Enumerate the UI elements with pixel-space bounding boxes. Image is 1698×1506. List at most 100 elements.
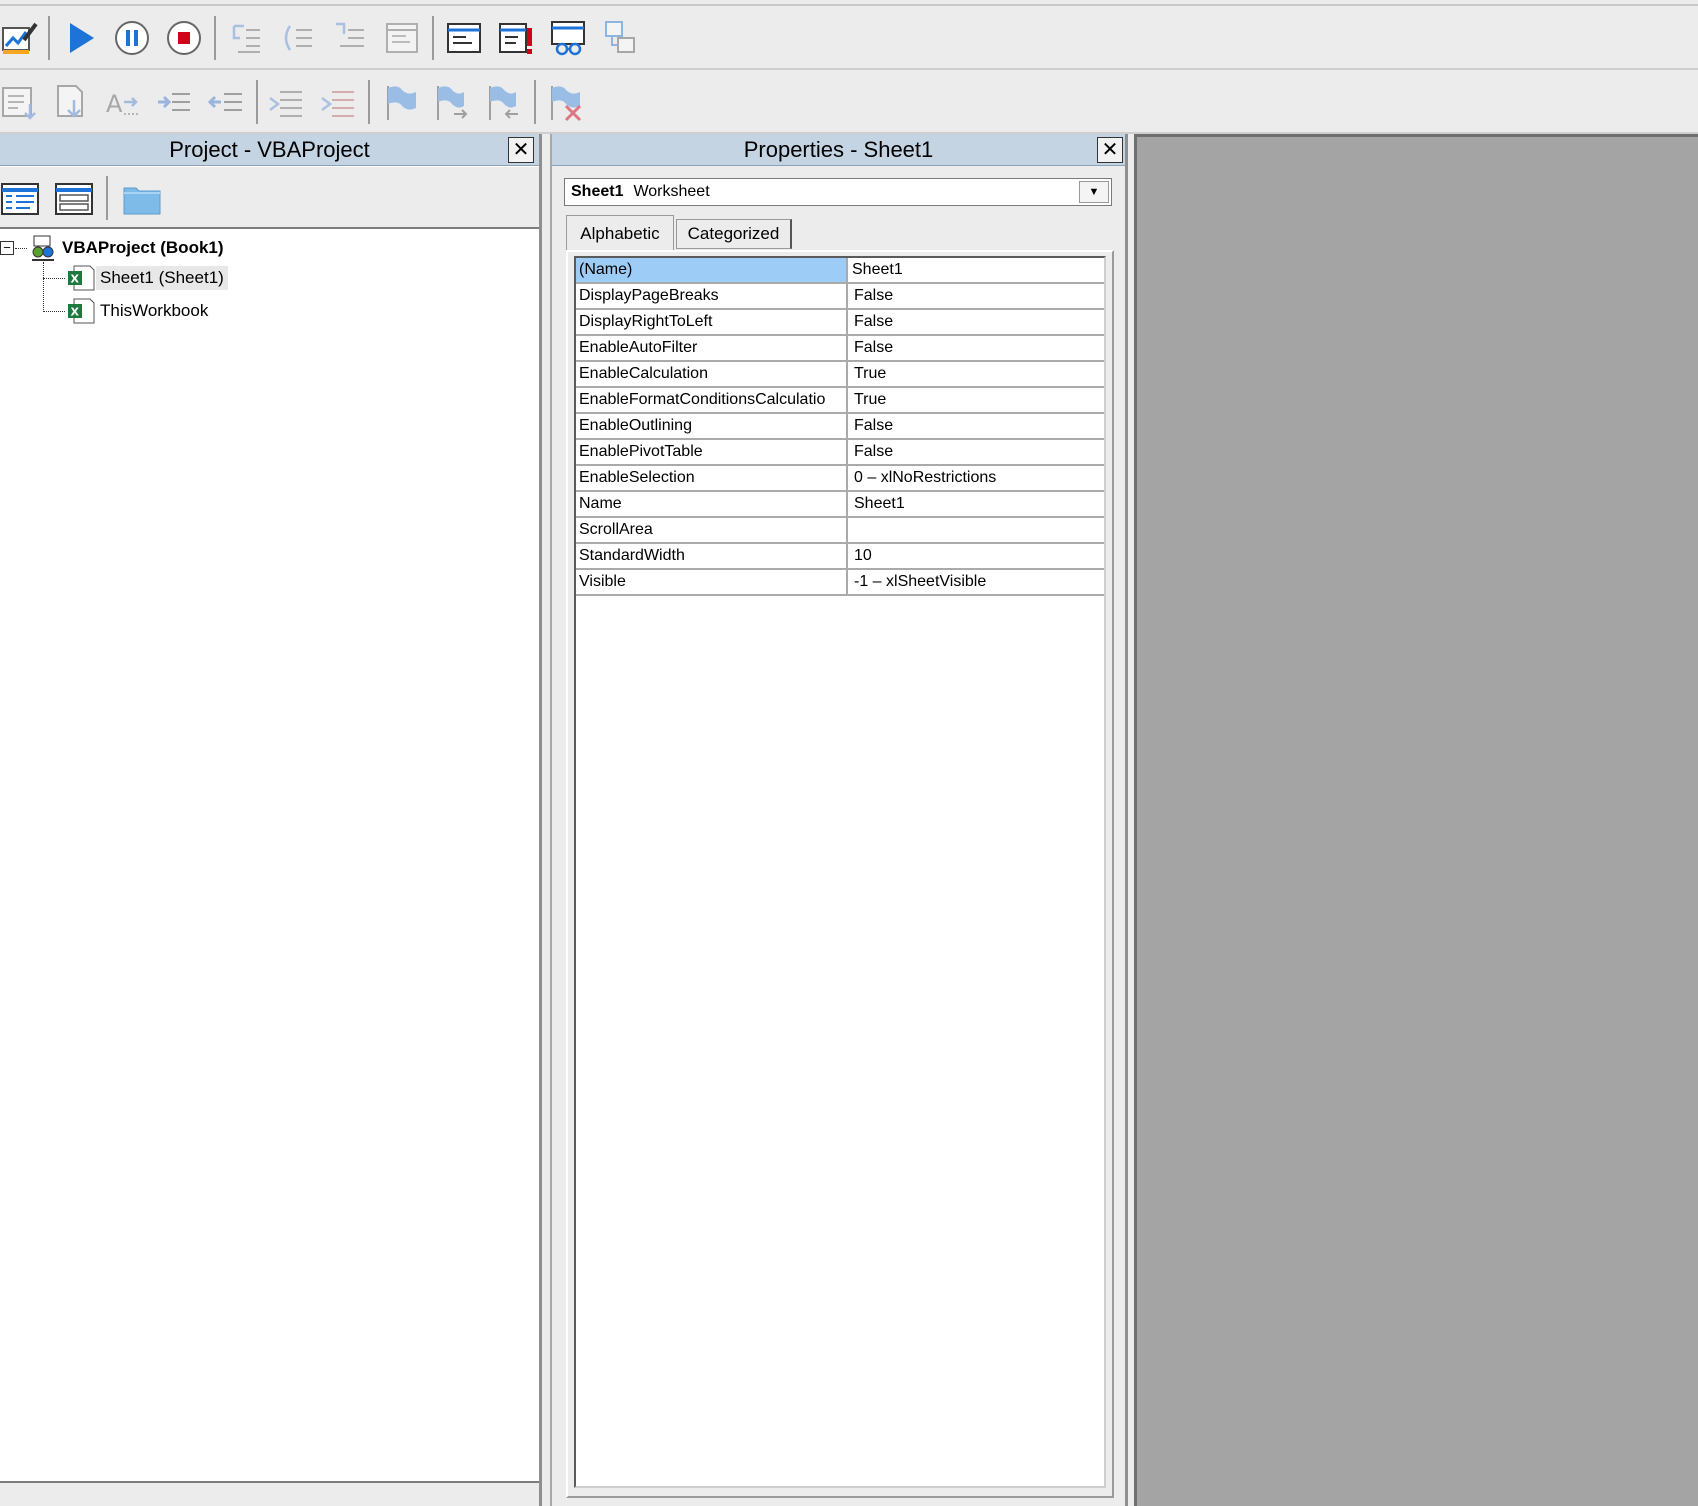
- tree-label-sheet1: Sheet1 (Sheet1): [96, 266, 228, 290]
- tree-node-vbaproject[interactable]: VBAProject (Book1): [28, 234, 228, 262]
- indent-icon[interactable]: [152, 80, 196, 124]
- property-row[interactable]: ScrollArea: [576, 518, 1104, 544]
- property-row[interactable]: EnableAutoFilter False: [576, 336, 1104, 362]
- project-title-bar: Project - VBAProject ✕: [0, 134, 539, 166]
- property-name: Visible: [576, 570, 848, 594]
- toggle-bookmark-icon[interactable]: [378, 80, 422, 124]
- toggle-folders-icon[interactable]: [120, 176, 164, 220]
- project-toolbar: [0, 167, 539, 229]
- close-icon: ✕: [1101, 139, 1119, 161]
- property-row[interactable]: StandardWidth 10: [576, 544, 1104, 570]
- property-name: DisplayPageBreaks: [576, 284, 848, 308]
- tree-label-thisworkbook: ThisWorkbook: [100, 301, 209, 320]
- property-row[interactable]: Name Sheet1: [576, 492, 1104, 518]
- object-name: Sheet1: [571, 183, 624, 200]
- property-name: (Name): [576, 258, 848, 282]
- property-name: EnableAutoFilter: [576, 336, 848, 360]
- property-row[interactable]: Visible -1 – xlSheetVisible: [576, 570, 1104, 596]
- property-row[interactable]: EnablePivotTable False: [576, 440, 1104, 466]
- properties-title-bar: Properties - Sheet1 ✕: [552, 134, 1125, 166]
- step-over-icon[interactable]: [276, 16, 320, 60]
- property-value[interactable]: Sheet1: [848, 258, 1104, 282]
- view-code-icon[interactable]: [0, 176, 42, 220]
- run-to-cursor-icon[interactable]: [380, 16, 424, 60]
- properties-window: Properties - Sheet1 ✕ Sheet1 Worksheet ▼…: [550, 134, 1128, 1506]
- object-selector[interactable]: Sheet1 Worksheet ▼: [564, 178, 1112, 206]
- edit-toolbar: A: [0, 70, 1698, 134]
- svg-text:A: A: [106, 90, 123, 118]
- project-horizontal-scrollbar[interactable]: [0, 1481, 539, 1506]
- property-grid-frame: (Name) Sheet1 DisplayPageBreaks False Displa…: [566, 250, 1114, 1498]
- vba-project-icon: [28, 234, 58, 262]
- property-row[interactable]: EnableFormatConditionsCalculatio True: [576, 388, 1104, 414]
- properties-close-button[interactable]: ✕: [1097, 137, 1123, 163]
- excel-workbook-icon: X: [66, 297, 96, 325]
- property-name: EnablePivotTable: [576, 440, 848, 464]
- property-name: EnableCalculation: [576, 362, 848, 386]
- property-value[interactable]: Sheet1: [848, 492, 1104, 516]
- property-row[interactable]: EnableCalculation True: [576, 362, 1104, 388]
- immediate-window-icon[interactable]: [494, 16, 538, 60]
- property-value[interactable]: 0 – xlNoRestrictions: [848, 466, 1104, 490]
- property-value[interactable]: False: [848, 310, 1104, 334]
- comment-block-icon[interactable]: [264, 80, 308, 124]
- project-title: Project - VBAProject: [169, 136, 370, 162]
- chevron-down-icon[interactable]: ▼: [1079, 181, 1109, 203]
- svg-text:X: X: [71, 273, 80, 286]
- call-stack-icon[interactable]: [598, 16, 642, 60]
- property-grid: (Name) Sheet1 DisplayPageBreaks False Displa…: [574, 256, 1106, 1488]
- quick-info-icon[interactable]: A: [102, 80, 146, 124]
- clear-bookmarks-icon[interactable]: [542, 80, 586, 124]
- code-workspace[interactable]: [1134, 134, 1698, 1506]
- step-out-icon[interactable]: [328, 16, 372, 60]
- property-value[interactable]: False: [848, 414, 1104, 438]
- previous-bookmark-icon[interactable]: [482, 80, 526, 124]
- step-into-icon[interactable]: [224, 16, 268, 60]
- property-name: DisplayRightToLeft: [576, 310, 848, 334]
- reset-icon[interactable]: [162, 16, 206, 60]
- project-close-button[interactable]: ✕: [508, 137, 534, 163]
- watch-window-icon[interactable]: [546, 16, 590, 60]
- uncomment-block-icon[interactable]: [316, 80, 360, 124]
- property-value[interactable]: False: [848, 440, 1104, 464]
- property-name: EnableOutlining: [576, 414, 848, 438]
- properties-title: Properties - Sheet1: [743, 136, 934, 162]
- debug-toolbar: [0, 6, 1698, 70]
- outdent-icon[interactable]: [204, 80, 248, 124]
- property-name: EnableSelection: [576, 466, 848, 490]
- property-value[interactable]: False: [848, 336, 1104, 360]
- tree-node-thisworkbook[interactable]: X ThisWorkbook: [66, 297, 212, 325]
- property-name: EnableFormatConditionsCalculatio: [576, 388, 848, 412]
- property-value[interactable]: 10: [848, 544, 1104, 568]
- property-row[interactable]: DisplayRightToLeft False: [576, 310, 1104, 336]
- view-object-icon[interactable]: [52, 176, 96, 220]
- property-value[interactable]: True: [848, 388, 1104, 412]
- property-value[interactable]: -1 – xlSheetVisible: [848, 570, 1104, 594]
- project-explorer: Project - VBAProject ✕ − VBAProject (Boo…: [0, 134, 542, 1506]
- svg-text:X: X: [71, 306, 80, 319]
- property-row[interactable]: (Name) Sheet1: [576, 258, 1104, 284]
- property-value[interactable]: True: [848, 362, 1104, 386]
- list-properties-icon[interactable]: [0, 80, 42, 124]
- property-value[interactable]: False: [848, 284, 1104, 308]
- object-type: Worksheet: [633, 183, 710, 200]
- tab-alphabetic[interactable]: Alphabetic: [566, 215, 674, 251]
- next-bookmark-icon[interactable]: [430, 80, 474, 124]
- property-name: StandardWidth: [576, 544, 848, 568]
- design-mode-icon[interactable]: [0, 16, 42, 60]
- tree-label-root: VBAProject (Book1): [62, 238, 224, 257]
- excel-sheet-icon: X: [66, 264, 96, 292]
- property-name: ScrollArea: [576, 518, 848, 542]
- locals-window-icon[interactable]: [442, 16, 486, 60]
- collapse-toggle[interactable]: −: [0, 241, 14, 255]
- property-row[interactable]: EnableSelection 0 – xlNoRestrictions: [576, 466, 1104, 492]
- list-constants-icon[interactable]: [50, 80, 94, 124]
- property-value[interactable]: [848, 518, 1104, 542]
- property-row[interactable]: DisplayPageBreaks False: [576, 284, 1104, 310]
- run-icon[interactable]: [58, 16, 102, 60]
- tab-categorized[interactable]: Categorized: [676, 219, 792, 249]
- close-icon: ✕: [512, 139, 530, 161]
- break-icon[interactable]: [110, 16, 154, 60]
- tree-node-sheet1[interactable]: X Sheet1 (Sheet1): [66, 264, 228, 292]
- property-row[interactable]: EnableOutlining False: [576, 414, 1104, 440]
